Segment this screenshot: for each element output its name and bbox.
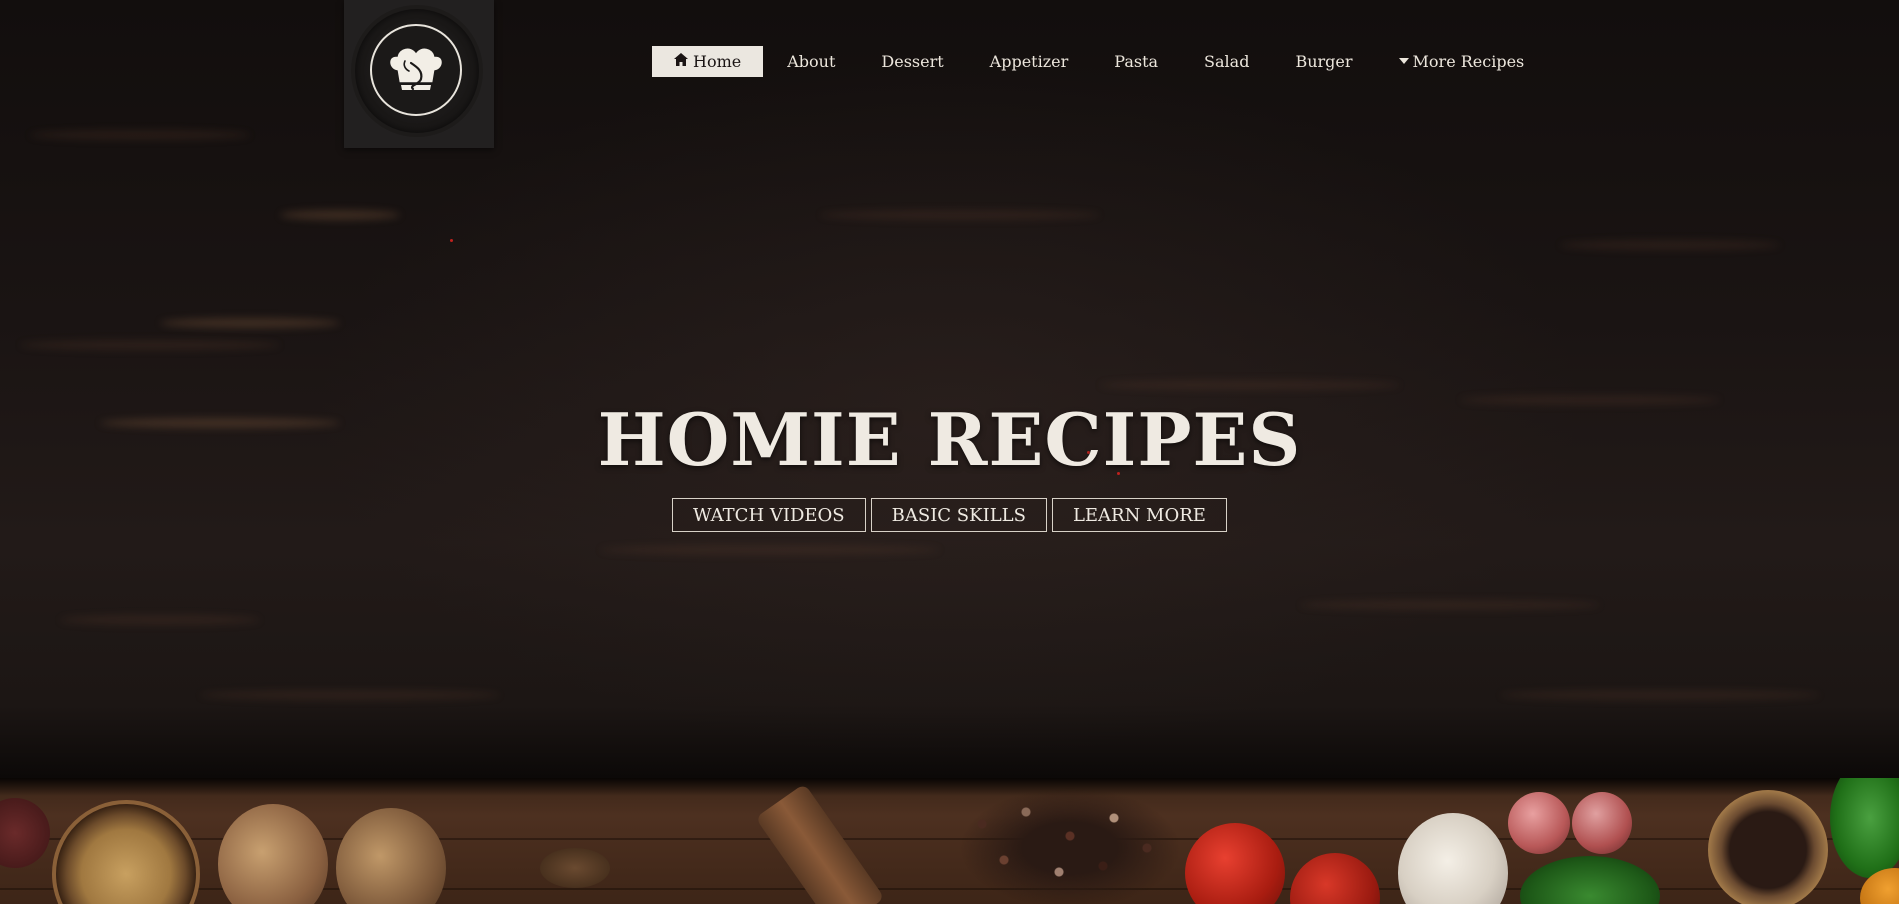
page: Home About Dessert Appetizer Pasta Salad… [0, 0, 1899, 904]
logo-badge [370, 24, 462, 116]
chef-hat-icon [388, 47, 444, 91]
wood-texture [1100, 380, 1400, 390]
wood-texture [30, 130, 250, 140]
nav-item-about[interactable]: About [765, 46, 857, 77]
hero-buttons: WATCH VIDEOS BASIC SKILLS LEARN MORE [0, 498, 1899, 532]
nav-item-appetizer[interactable]: Appetizer [968, 46, 1091, 77]
spice-pile-image [0, 798, 50, 868]
nav-item-label: About [787, 52, 836, 71]
main-nav: Home About Dessert Appetizer Pasta Salad… [652, 46, 1548, 77]
nav-item-salad[interactable]: Salad [1182, 46, 1271, 77]
spice-bowl-image [52, 800, 200, 904]
caret-down-icon [1398, 57, 1409, 64]
wood-texture [60, 615, 260, 625]
nav-item-pasta[interactable]: Pasta [1092, 46, 1180, 77]
onion-image [336, 808, 446, 904]
wooden-spoon-image [755, 783, 885, 904]
logo[interactable] [344, 0, 494, 148]
wood-texture [280, 210, 400, 220]
nav-item-dessert[interactable]: Dessert [859, 46, 965, 77]
wood-texture [160, 318, 340, 328]
tomato-image [1290, 853, 1380, 904]
shallot-image [1572, 792, 1632, 854]
basil-leaves-image [1520, 856, 1660, 904]
wood-texture [820, 210, 1100, 220]
watch-videos-button[interactable]: WATCH VIDEOS [672, 498, 866, 532]
wood-texture [1500, 690, 1820, 700]
home-icon [674, 53, 688, 70]
nav-item-more-recipes[interactable]: More Recipes [1377, 46, 1547, 77]
wood-texture [200, 690, 500, 700]
nav-item-label: Home [693, 52, 742, 71]
onion-image [218, 804, 328, 904]
wood-texture [600, 545, 940, 555]
nav-item-label: Pasta [1114, 52, 1159, 71]
shallot-image [1508, 792, 1570, 854]
garlic-image [1398, 813, 1508, 904]
wood-texture [1300, 600, 1600, 610]
tomato-image [1185, 823, 1285, 904]
peppercorns-image [960, 788, 1180, 904]
herb-leaves-image [1830, 778, 1899, 878]
hero-title: HOMIE RECIPES [597, 397, 1302, 482]
nav-item-label: Dessert [881, 52, 944, 71]
decor-dot [450, 239, 453, 242]
nav-item-label: Salad [1204, 52, 1250, 71]
nav-item-label: More Recipes [1412, 52, 1525, 71]
wood-texture [1560, 240, 1780, 250]
basic-skills-button[interactable]: BASIC SKILLS [870, 498, 1047, 532]
nav-item-label: Appetizer [989, 52, 1069, 71]
nav-item-burger[interactable]: Burger [1273, 46, 1374, 77]
food-banner-image [0, 778, 1899, 904]
learn-more-button[interactable]: LEARN MORE [1051, 498, 1227, 532]
wood-texture [20, 340, 280, 350]
pepper-bowl-image [1708, 790, 1828, 904]
nav-item-home[interactable]: Home [652, 46, 764, 77]
bay-leaf-image [540, 848, 610, 888]
nav-item-label: Burger [1295, 52, 1353, 71]
